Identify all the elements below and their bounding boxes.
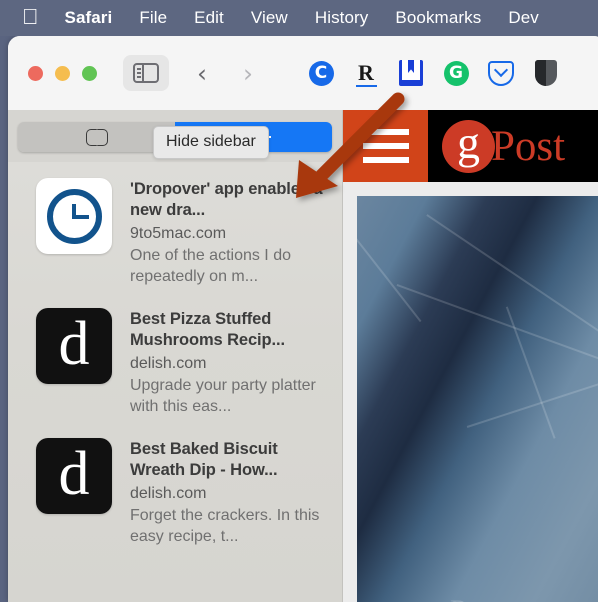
chevron-left-icon: ‹ (197, 58, 207, 88)
macos-menu-bar:  Safari File Edit View History Bookmark… (0, 0, 598, 36)
list-item-description: One of the actions I do repeatedly on m.… (130, 247, 291, 286)
list-item-title: Best Pizza Stuffed Mushrooms Recip... (130, 310, 285, 350)
list-item-source: 9to5mac.com (130, 225, 227, 243)
delish-d-icon: d (36, 308, 112, 384)
pocket-icon[interactable] (487, 59, 515, 87)
safari-sidebar: 'Dropover' app enables a new dra... 9to5… (8, 110, 343, 602)
web-page-content: g Post groovyPost.com HOW-TO (343, 110, 598, 602)
list-item-source: delish.com (130, 485, 207, 503)
shield-icon[interactable] (532, 59, 560, 87)
menu-item-file[interactable]: File (139, 8, 167, 28)
menu-item-develop[interactable]: Dev (508, 8, 539, 28)
list-item[interactable]: d Best Baked Biscuit Wreath Dip - How...… (8, 428, 342, 558)
list-item[interactable]: d Best Pizza Stuffed Mushrooms Recip... … (8, 298, 342, 428)
sidebar-icon (133, 63, 159, 83)
list-item[interactable]: 'Dropover' app enables a new dra... 9to5… (8, 168, 342, 298)
minimize-button[interactable] (55, 65, 70, 81)
zoom-button[interactable] (82, 65, 97, 81)
forward-button[interactable]: › (231, 55, 265, 91)
back-button[interactable]: ‹ (185, 55, 219, 91)
site-header: g Post (343, 110, 598, 182)
grammarly-g-icon[interactable]: G (442, 59, 470, 87)
window-controls (28, 65, 97, 81)
site-logo[interactable]: g Post (428, 110, 598, 182)
menu-item-history[interactable]: History (315, 8, 369, 28)
toolbar-extensions: C R G (307, 59, 560, 87)
close-button[interactable] (28, 65, 43, 81)
list-item-text: 'Dropover' app enables a new dra... 9to5… (130, 178, 328, 288)
reeder-r-icon[interactable]: R (352, 59, 380, 87)
list-item-description: Upgrade your party platter with this eas… (130, 377, 316, 416)
chevron-right-icon: › (243, 58, 253, 88)
clock-icon (36, 178, 112, 254)
image-watermark: groovyPost.com (365, 594, 561, 602)
article-hero-image: groovyPost.com HOW-TO (357, 196, 598, 602)
bookmark-book-icon[interactable] (397, 59, 425, 87)
window-content: 'Dropover' app enables a new dra... 9to5… (8, 110, 598, 602)
safari-toolbar: ‹ › C R G (8, 36, 598, 110)
article-body: groovyPost.com HOW-TO (343, 182, 598, 602)
hamburger-menu-icon[interactable] (343, 110, 428, 182)
sidebar-toggle-button[interactable] (123, 55, 169, 91)
list-item-text: Best Pizza Stuffed Mushrooms Recip... de… (130, 308, 328, 418)
list-item-title: Best Baked Biscuit Wreath Dip - How... (130, 440, 278, 480)
list-item-description: Forget the crackers. In this easy recipe… (130, 507, 320, 546)
safari-window: ‹ › C R G Hide sidebar 'Dropover' app en… (8, 36, 598, 602)
menu-item-view[interactable]: View (251, 8, 288, 28)
menu-item-bookmarks[interactable]: Bookmarks (395, 8, 481, 28)
list-item-text: Best Baked Biscuit Wreath Dip - How... d… (130, 438, 328, 548)
list-item-title: 'Dropover' app enables a new dra... (130, 180, 323, 220)
delish-d-icon: d (36, 438, 112, 514)
apple-logo-icon[interactable]:  (22, 5, 39, 28)
menu-item-edit[interactable]: Edit (194, 8, 224, 28)
reading-list[interactable]: 'Dropover' app enables a new dra... 9to5… (8, 162, 342, 602)
book-icon (85, 129, 108, 146)
menu-item-safari[interactable]: Safari (65, 8, 113, 28)
logo-mark: g (442, 119, 495, 173)
logo-wordmark: Post (491, 122, 566, 170)
tab-bookmarks[interactable] (18, 122, 175, 152)
c-circle-icon[interactable]: C (307, 59, 335, 87)
list-item-source: delish.com (130, 355, 207, 373)
tooltip-hide-sidebar: Hide sidebar (153, 126, 269, 159)
